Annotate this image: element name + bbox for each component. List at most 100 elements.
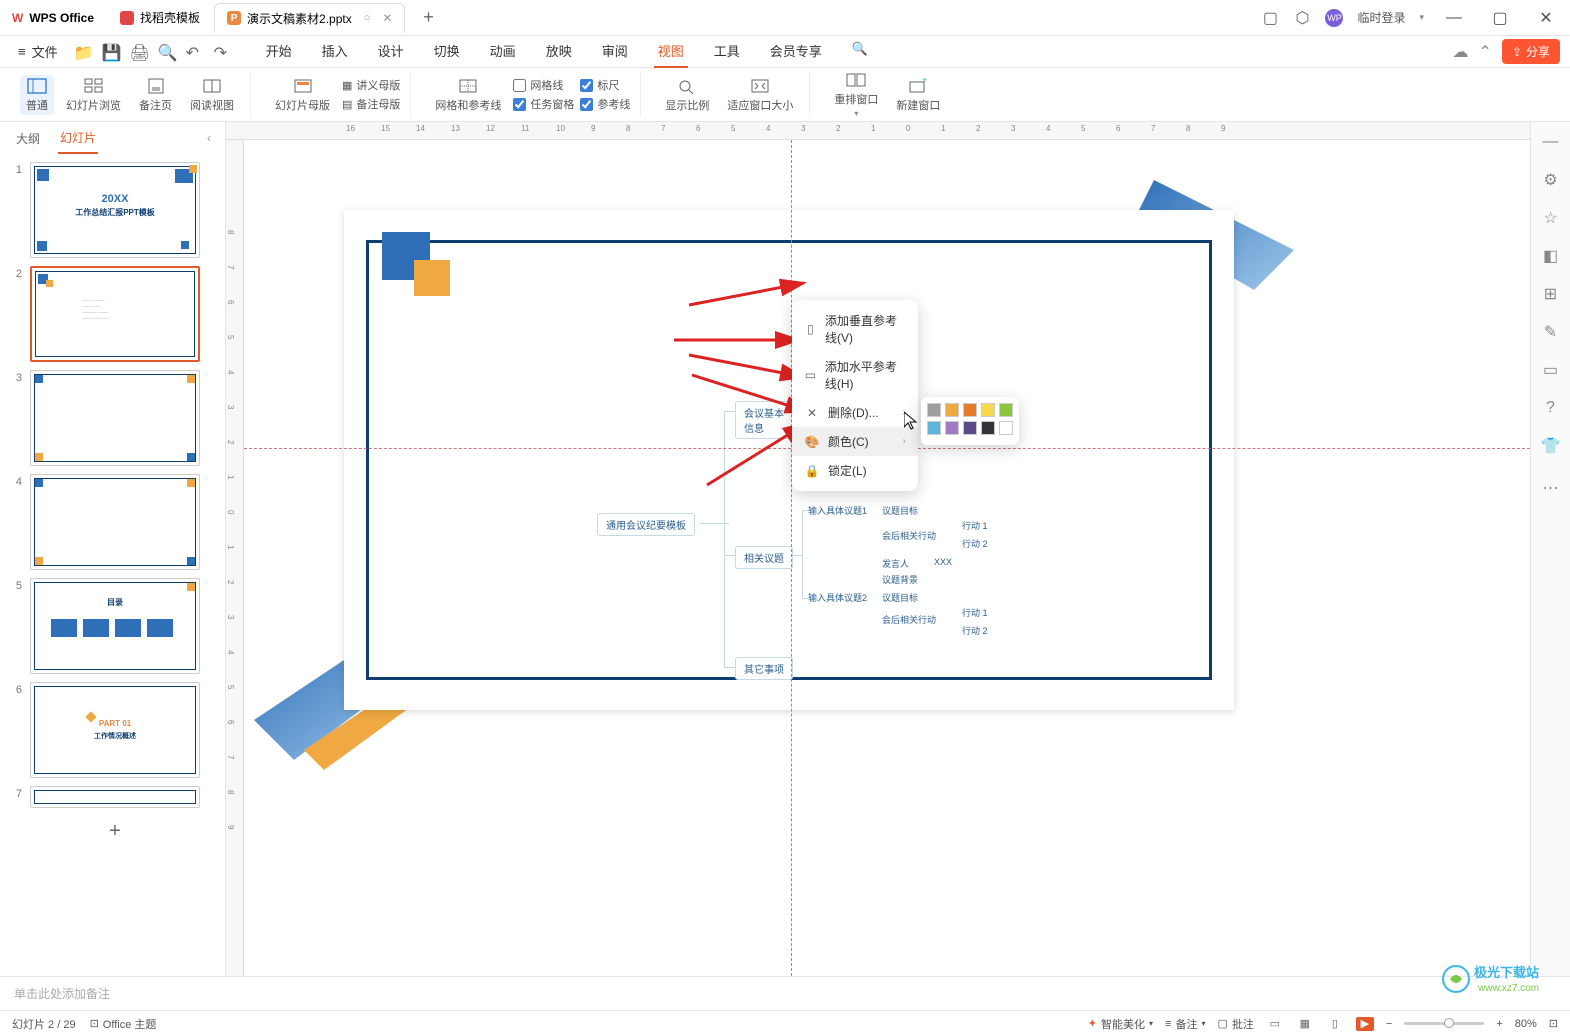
add-tab-button[interactable]: + [415, 5, 441, 31]
lock-guide-item[interactable]: 🔒 锁定(L) [792, 456, 918, 485]
tab-insert[interactable]: 插入 [318, 35, 352, 68]
new-window-button[interactable]: + 新建窗口 [890, 75, 946, 115]
login-dropdown-icon[interactable]: ▾ [1419, 12, 1424, 23]
tab-design[interactable]: 设计 [374, 35, 408, 68]
mindmap-related[interactable]: 相关议题 [735, 546, 793, 569]
document-tab[interactable]: P 演示文稿素材2.pptx ○ ✕ [214, 3, 405, 33]
fit-window-button[interactable]: 适应窗口大小 [721, 75, 799, 115]
fit-button[interactable]: ⊡ [1549, 1017, 1558, 1030]
tools-icon[interactable]: ✎ [1541, 322, 1561, 342]
slide-editor[interactable]: 通用会议纪要模板 会议基本信息 相关议题 其它事项 输入具体议题1 输入具体议题… [244, 140, 1530, 976]
slideshow-button[interactable]: ▶ [1356, 1017, 1374, 1031]
zoom-level[interactable]: 80% [1515, 1018, 1537, 1030]
star-icon[interactable]: ☆ [1541, 208, 1561, 228]
mindmap-other[interactable]: 其它事项 [735, 657, 793, 680]
tab-member[interactable]: 会员专享 [766, 35, 826, 68]
theme-indicator[interactable]: ⊡Office 主题 [90, 1016, 157, 1032]
color-swatch[interactable] [945, 421, 959, 435]
zoom-in-button[interactable]: + [1496, 1018, 1502, 1030]
user-avatar[interactable]: WP [1325, 9, 1343, 27]
taskpane-checkbox[interactable]: 任务窗格 [513, 96, 574, 112]
book-icon[interactable]: ▭ [1541, 360, 1561, 380]
share-button[interactable]: ⇪ 分享 [1502, 39, 1560, 64]
tab-slideshow[interactable]: 放映 [542, 35, 576, 68]
template-tab[interactable]: 找稻壳模板 [108, 3, 212, 33]
redo-icon[interactable]: ↷ [214, 43, 232, 61]
grid-guides-button[interactable]: 网格和参考线 [429, 75, 507, 115]
tab-menu-icon[interactable]: ○ [364, 12, 371, 24]
gridlines-checkbox[interactable]: 网格线 [513, 77, 574, 93]
color-swatch[interactable] [999, 421, 1013, 435]
thumbnail-7[interactable]: 7 [8, 786, 217, 808]
vertical-ruler[interactable]: 876543210123456789 [226, 140, 244, 976]
normal-view-btn[interactable]: ▭ [1266, 1017, 1284, 1031]
arrange-windows-button[interactable]: 重排窗口▾ [828, 69, 884, 120]
tab-tools[interactable]: 工具 [710, 35, 744, 68]
zoom-out-button[interactable]: − [1386, 1018, 1392, 1030]
color-swatch[interactable] [927, 403, 941, 417]
minimize-button[interactable]: — [1438, 5, 1470, 31]
window-icon[interactable]: ▢ [1261, 9, 1279, 27]
tab-transition[interactable]: 切换 [430, 35, 464, 68]
settings-icon[interactable]: ⚙ [1541, 170, 1561, 190]
guide-color-item[interactable]: 🎨 颜色(C) › [792, 427, 918, 456]
guides-checkbox[interactable]: 参考线 [580, 96, 630, 112]
delete-guide-item[interactable]: ✕ 删除(D)... › [792, 398, 918, 427]
ruler-checkbox[interactable]: 标尺 [580, 77, 630, 93]
close-tab-icon[interactable]: ✕ [382, 11, 392, 25]
minus-icon[interactable]: — [1541, 132, 1561, 152]
view-browse-button[interactable]: 幻灯片浏览 [60, 75, 127, 115]
reading-view-btn[interactable]: ▯ [1326, 1017, 1344, 1031]
file-menu[interactable]: ≡ 文件 [10, 42, 66, 61]
vertical-guide[interactable] [791, 140, 792, 976]
thumbnail-4[interactable]: 4 [8, 474, 217, 570]
tab-view[interactable]: 视图 [654, 35, 688, 68]
zoom-slider[interactable] [1404, 1022, 1484, 1025]
app-tab[interactable]: W WPS Office [0, 3, 106, 33]
thumbnail-6[interactable]: 6 PART 01 工作情况概述 [8, 682, 217, 778]
open-icon[interactable]: 📁 [74, 43, 92, 61]
slide-master-button[interactable]: 幻灯片母版 [269, 75, 336, 115]
more-icon[interactable]: ⋯ [1541, 478, 1561, 498]
horizontal-ruler[interactable]: 161514131211109876543210123456789 [226, 122, 1530, 140]
color-swatch[interactable] [945, 403, 959, 417]
help-icon[interactable]: ? [1541, 398, 1561, 418]
color-swatch[interactable] [981, 403, 995, 417]
outline-tab[interactable]: 大纲 [14, 124, 42, 153]
add-vertical-guide-item[interactable]: ▯ 添加垂直参考线(V) [792, 306, 918, 352]
maximize-button[interactable]: ▢ [1484, 5, 1516, 31]
add-horizontal-guide-item[interactable]: ▭ 添加水平参考线(H) [792, 352, 918, 398]
handout-master-button[interactable]: ▦ 讲义母版 [342, 77, 400, 93]
add-slide-button[interactable]: + [30, 816, 200, 846]
cube-icon[interactable]: ⬡ [1293, 9, 1311, 27]
align-icon[interactable]: ⊞ [1541, 284, 1561, 304]
notes-master-button[interactable]: ▤ 备注母版 [342, 96, 400, 112]
tab-animation[interactable]: 动画 [486, 35, 520, 68]
notes-toggle[interactable]: ≡备注▾ [1165, 1016, 1205, 1032]
color-swatch[interactable] [963, 421, 977, 435]
save-icon[interactable]: 💾 [102, 43, 120, 61]
view-reading-button[interactable]: 阅读视图 [184, 75, 240, 115]
color-swatch[interactable] [999, 403, 1013, 417]
undo-icon[interactable]: ↶ [186, 43, 204, 61]
print-icon[interactable]: 🖨 [130, 43, 148, 61]
cloud-icon[interactable]: ☁ [1453, 42, 1469, 62]
color-swatch[interactable] [927, 421, 941, 435]
sorter-view-btn[interactable]: ▦ [1296, 1017, 1314, 1031]
tab-search[interactable]: 🔍 [848, 35, 872, 68]
color-swatch[interactable] [981, 421, 995, 435]
close-window-button[interactable]: ✕ [1530, 5, 1562, 31]
notes-pane[interactable]: 单击此处添加备注 [0, 976, 1570, 1010]
view-normal-button[interactable]: 普通 [20, 75, 54, 115]
thumbnails-list[interactable]: 1 20XX 工作总结汇报PPT模板 2 [0, 154, 225, 976]
thumbnail-3[interactable]: 3 [8, 370, 217, 466]
tab-start[interactable]: 开始 [262, 35, 296, 68]
shirt-icon[interactable]: 👕 [1541, 436, 1561, 456]
layers-icon[interactable]: ◧ [1541, 246, 1561, 266]
thumbnail-5[interactable]: 5 目录 [8, 578, 217, 674]
comments-toggle[interactable]: ▢批注 [1217, 1016, 1253, 1032]
tab-review[interactable]: 审阅 [598, 35, 632, 68]
login-status[interactable]: 临时登录 [1357, 9, 1405, 26]
collapse-panel-icon[interactable]: ‹ [207, 131, 211, 145]
view-notes-button[interactable]: 备注页 [133, 75, 178, 115]
